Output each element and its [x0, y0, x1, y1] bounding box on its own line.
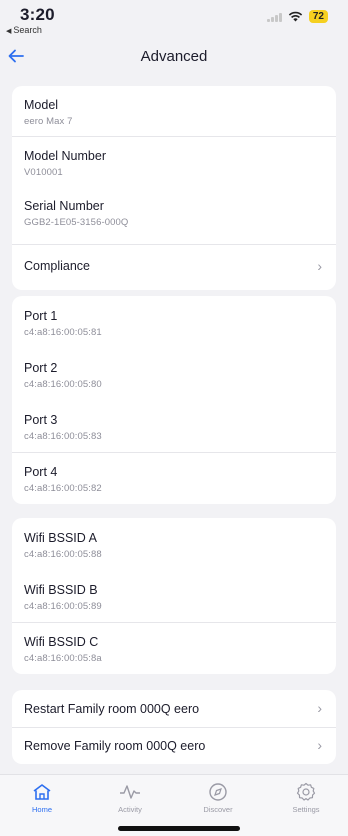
port-label: Port 3	[24, 413, 58, 427]
port-row: Port 1 c4:a8:16:00:05:81	[12, 296, 336, 348]
tab-label: Settings	[292, 805, 320, 814]
restart-eero-row[interactable]: Restart Family room 000Q eero ›	[12, 690, 336, 727]
battery-indicator: 72	[308, 10, 328, 23]
tab-label: Home	[31, 805, 52, 814]
compliance-row[interactable]: Compliance ›	[12, 245, 336, 290]
model-value: eero Max 7	[24, 116, 73, 127]
tab-discover[interactable]: Discover	[183, 781, 253, 814]
model-row: Model eero Max 7	[12, 86, 336, 136]
model-number-label: Model Number	[24, 149, 106, 163]
bssid-label: Wifi BSSID C	[24, 635, 99, 649]
port-label: Port 1	[24, 309, 58, 323]
back-to-app-link[interactable]: ◀ Search	[6, 25, 42, 35]
tab-settings[interactable]: Settings	[271, 781, 341, 814]
port-mac: c4:a8:16:00:05:82	[24, 483, 102, 494]
bssid-mac: c4:a8:16:00:05:89	[24, 601, 102, 612]
compliance-label: Compliance	[24, 259, 91, 273]
port-label: Port 2	[24, 361, 58, 375]
tab-home[interactable]: Home	[7, 781, 77, 814]
bssid-label: Wifi BSSID B	[24, 583, 98, 597]
activity-icon	[95, 781, 165, 803]
chevron-right-icon: ›	[317, 258, 322, 274]
discover-icon	[183, 781, 253, 803]
port-row: Port 3 c4:a8:16:00:05:83	[12, 400, 336, 452]
restart-eero-label: Restart Family room 000Q eero	[24, 702, 200, 716]
tab-label: Discover	[203, 805, 233, 814]
remove-eero-label: Remove Family room 000Q eero	[24, 739, 206, 753]
back-triangle-icon: ◀	[6, 28, 12, 35]
port-row: Port 4 c4:a8:16:00:05:82	[12, 453, 336, 504]
home-icon	[7, 781, 77, 803]
settings-icon	[271, 781, 341, 803]
page-title: Advanced	[140, 48, 208, 65]
model-number-row: Model Number V010001	[12, 137, 336, 187]
bssid-label: Wifi BSSID A	[24, 531, 97, 545]
serial-number-row: Serial Number GGB2-1E05-3156-000Q	[12, 187, 336, 237]
wifi-icon	[288, 11, 303, 22]
back-app-label: Search	[13, 25, 42, 35]
remove-eero-row[interactable]: Remove Family room 000Q eero ›	[12, 728, 336, 764]
port-row: Port 2 c4:a8:16:00:05:80	[12, 348, 336, 400]
chevron-right-icon: ›	[317, 737, 322, 753]
status-time: 3:20	[20, 5, 55, 24]
bssid-row: Wifi BSSID A c4:a8:16:00:05:88	[12, 518, 336, 570]
serial-number-value: GGB2-1E05-3156-000Q	[24, 217, 129, 228]
port-label: Port 4	[24, 465, 58, 479]
port-mac: c4:a8:16:00:05:83	[24, 431, 102, 442]
chevron-right-icon: ›	[317, 700, 322, 716]
tab-label: Activity	[118, 805, 142, 814]
tab-activity[interactable]: Activity	[95, 781, 165, 814]
actions-card: Restart Family room 000Q eero › Remove F…	[12, 690, 336, 764]
status-bar: 3:20 ◀ Search 72	[0, 0, 348, 40]
bssid-row: Wifi BSSID B c4:a8:16:00:05:89	[12, 570, 336, 622]
cellular-signal-icon	[267, 12, 282, 22]
port-mac: c4:a8:16:00:05:80	[24, 379, 102, 390]
home-indicator[interactable]	[118, 826, 240, 831]
bssid-mac: c4:a8:16:00:05:88	[24, 549, 102, 560]
bssid-row: Wifi BSSID C c4:a8:16:00:05:8a	[12, 623, 336, 674]
nav-header: Advanced	[0, 42, 348, 76]
model-label: Model	[24, 98, 59, 112]
serial-number-label: Serial Number	[24, 199, 104, 213]
bssid-mac: c4:a8:16:00:05:8a	[24, 653, 102, 664]
model-number-value: V010001	[24, 167, 63, 178]
bssid-card: Wifi BSSID A c4:a8:16:00:05:88 Wifi BSSI…	[12, 518, 336, 674]
device-info-card: Model eero Max 7 Model Number V010001 Se…	[12, 86, 336, 290]
ports-card: Port 1 c4:a8:16:00:05:81 Port 2 c4:a8:16…	[12, 296, 336, 504]
port-mac: c4:a8:16:00:05:81	[24, 327, 102, 338]
status-indicators: 72	[267, 10, 328, 23]
